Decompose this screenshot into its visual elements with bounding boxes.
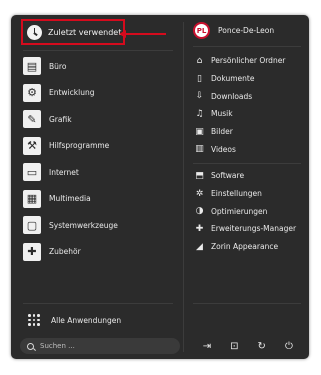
logout-icon[interactable]: ⇥ [200,341,214,352]
appearance-icon: ◢ [196,241,203,252]
place-label: Videos [211,144,236,154]
all-applications-label: Alle Anwendungen [51,315,122,325]
application-menu: Zuletzt verwendet ▤ Büro ⚙ Entwicklung ✎… [11,15,309,359]
place-documents[interactable]: ▯ Dokumente [194,70,285,88]
music-icon: ♫ [195,108,204,119]
category-systemwerkzeuge[interactable]: ▢ Systemwerkzeuge [23,212,173,239]
system-list: ⬒ Software ✲ Einstellungen ◑ Optimierung… [194,167,296,255]
system-label: Erweiterungs-Manager [211,224,297,234]
separator [23,50,173,51]
category-label: Entwicklung [49,88,95,98]
system-label: Optimierungen [211,206,268,216]
category-internet[interactable]: ▭ Internet [23,159,173,186]
film-icon: ▦ [23,189,41,208]
system-tweaks[interactable]: ◑ Optimierungen [194,202,296,220]
category-label: Zubehör [49,247,81,257]
restart-icon[interactable]: ↻ [255,341,269,352]
place-videos[interactable]: ▥ Videos [194,140,285,158]
puzzle-small-icon: ✚ [195,223,204,234]
place-label: Dokumente [211,74,255,84]
video-icon: ▥ [195,144,204,155]
separator [23,303,173,304]
place-music[interactable]: ♫ Musik [194,105,285,123]
separator [193,163,301,164]
image-icon: ▣ [195,126,204,137]
column-divider [183,22,184,352]
category-grafik[interactable]: ✎ Grafik [23,106,173,133]
power-icon[interactable]: ⏻ [282,341,296,352]
category-label: Grafik [49,114,72,124]
place-label: Downloads [211,91,253,101]
category-multimedia[interactable]: ▦ Multimedia [23,186,173,213]
category-hilfsprogramme[interactable]: ⚒ Hilfsprogramme [23,133,173,160]
recent-label: Zuletzt verwendet [48,27,122,37]
all-applications-button[interactable]: Alle Anwendungen [28,314,121,326]
user-name: Ponce-De-Leon [218,26,275,35]
place-downloads[interactable]: ⇩ Downloads [194,87,285,105]
system-label: Einstellungen [211,189,262,199]
lock-icon[interactable]: ⊡ [227,341,241,352]
category-label: Systemwerkzeuge [49,220,118,230]
monitor-icon: ▢ [23,216,41,235]
search-input[interactable] [40,342,170,350]
category-entwicklung[interactable]: ⚙ Entwicklung [23,80,173,107]
place-label: Bilder [211,127,233,137]
pencil-icon: ✎ [23,110,41,129]
place-pictures[interactable]: ▣ Bilder [194,123,285,141]
place-label: Musik [211,109,233,119]
place-home[interactable]: ⌂ Persönlicher Ordner [194,52,286,70]
search-icon [27,342,34,350]
category-label: Büro [49,61,67,71]
system-appearance[interactable]: ◢ Zorin Appearance [194,238,296,256]
gear-icon: ⚙ [23,83,41,102]
clock-icon [27,24,42,40]
system-label: Zorin Appearance [211,242,279,252]
document-outline-icon: ▯ [197,73,202,84]
download-icon: ⇩ [195,91,204,102]
separator [193,46,301,47]
separator [193,303,301,304]
system-software[interactable]: ⬒ Software [194,167,296,185]
recent-button[interactable]: Zuletzt verwendet [21,19,125,45]
system-settings[interactable]: ✲ Einstellungen [194,185,296,203]
wrench-icon: ⚒ [23,136,41,155]
avatar: PL [193,22,210,39]
system-label: Software [211,171,245,181]
category-label: Hilfsprogramme [49,141,110,151]
settings-icon: ✲ [195,188,204,199]
globe-window-icon: ▭ [23,163,41,182]
category-buero[interactable]: ▤ Büro [23,53,173,80]
user-button[interactable]: PL Ponce-De-Leon [193,22,274,39]
software-icon: ⬒ [195,170,204,181]
category-list: ▤ Büro ⚙ Entwicklung ✎ Grafik ⚒ Hilfspro… [23,53,173,265]
category-label: Internet [49,167,79,177]
home-icon: ⌂ [196,55,203,66]
toggle-icon: ◑ [195,206,204,217]
places-list: ⌂ Persönlicher Ordner ▯ Dokumente ⇩ Down… [194,52,285,158]
category-label: Multimedia [49,194,91,204]
category-zubehoer[interactable]: ✚ Zubehör [23,239,173,266]
document-icon: ▤ [23,57,41,76]
grid-icon [28,314,40,326]
annotation-arrow-line [125,33,166,35]
search-box[interactable] [20,338,180,354]
system-extensions[interactable]: ✚ Erweiterungs-Manager [194,220,296,238]
puzzle-icon: ✚ [23,242,41,261]
place-label: Persönlicher Ordner [211,56,286,66]
session-buttons: ⇥ ⊡ ↻ ⏻ [194,338,304,354]
